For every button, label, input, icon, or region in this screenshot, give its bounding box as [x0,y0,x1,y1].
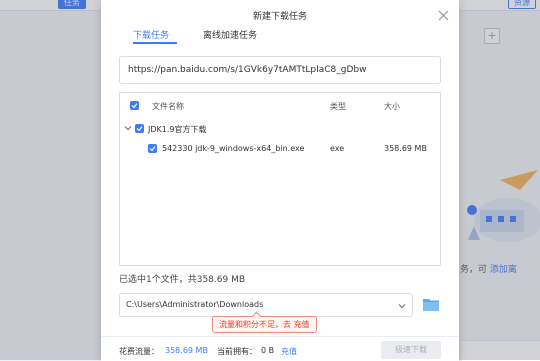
file-list-header: 文件名称 类型 大小 [120,93,440,117]
recharge-link[interactable]: 充值 [281,346,297,357]
file-list: 文件名称 类型 大小 JDK1.9官方下载 542330 jdk-9_windo… [119,92,441,266]
save-path-select[interactable]: C:\Users\Administrator\Downloads [119,293,413,317]
owned-label: 当前拥有： [217,347,257,356]
chevron-down-icon[interactable] [124,124,132,132]
fast-download-button[interactable]: 极速下载 [381,341,441,359]
column-type: 类型 [330,102,346,111]
folder-checkbox[interactable] [135,124,144,133]
column-size: 大小 [384,102,400,111]
dialog-footer: 花费流量： 358.69 MB 当前拥有： 0 B 充值 极速下载 [101,336,459,361]
file-type: exe [330,144,345,153]
new-download-dialog: 新建下载任务 下载任务 离线加速任务 https://pan.baidu.com… [101,0,459,361]
select-all-checkbox[interactable] [130,101,139,110]
tab-offline-task[interactable]: 离线加速任务 [203,28,257,41]
owned-value: 0 B [261,346,275,355]
dialog-title: 新建下载任务 [252,12,307,22]
close-icon[interactable] [438,10,449,21]
flow-value: 358.69 MB [165,346,208,355]
check-icon [149,146,156,152]
check-icon [136,126,143,132]
active-tab-underline [133,42,177,44]
file-checkbox[interactable] [148,144,157,153]
tab-download-task[interactable]: 下载任务 [133,28,169,41]
folder-row[interactable]: JDK1.9官方下载 [120,119,440,139]
flow-label: 花费流量： [119,347,159,356]
file-name: 542330 jdk-9_windows-x64_bin.exe [162,144,305,153]
folder-name: JDK1.9官方下载 [148,125,207,134]
column-name: 文件名称 [152,102,184,111]
file-size: 358.69 MB [384,144,427,153]
url-input[interactable]: https://pan.baidu.com/s/1GVk6y7tAMTtLpIa… [119,56,441,84]
insufficient-balance-tooltip: 流量和积分不足，去 充值 [212,316,317,333]
chevron-down-icon[interactable] [398,302,406,310]
check-icon [131,103,138,109]
save-path-value: C:\Users\Administrator\Downloads [126,300,264,309]
file-row[interactable]: 542330 jdk-9_windows-x64_bin.exe exe 358… [120,139,440,159]
selection-summary: 已选中1个文件，共358.69 MB [119,275,246,285]
folder-icon[interactable] [423,297,439,311]
